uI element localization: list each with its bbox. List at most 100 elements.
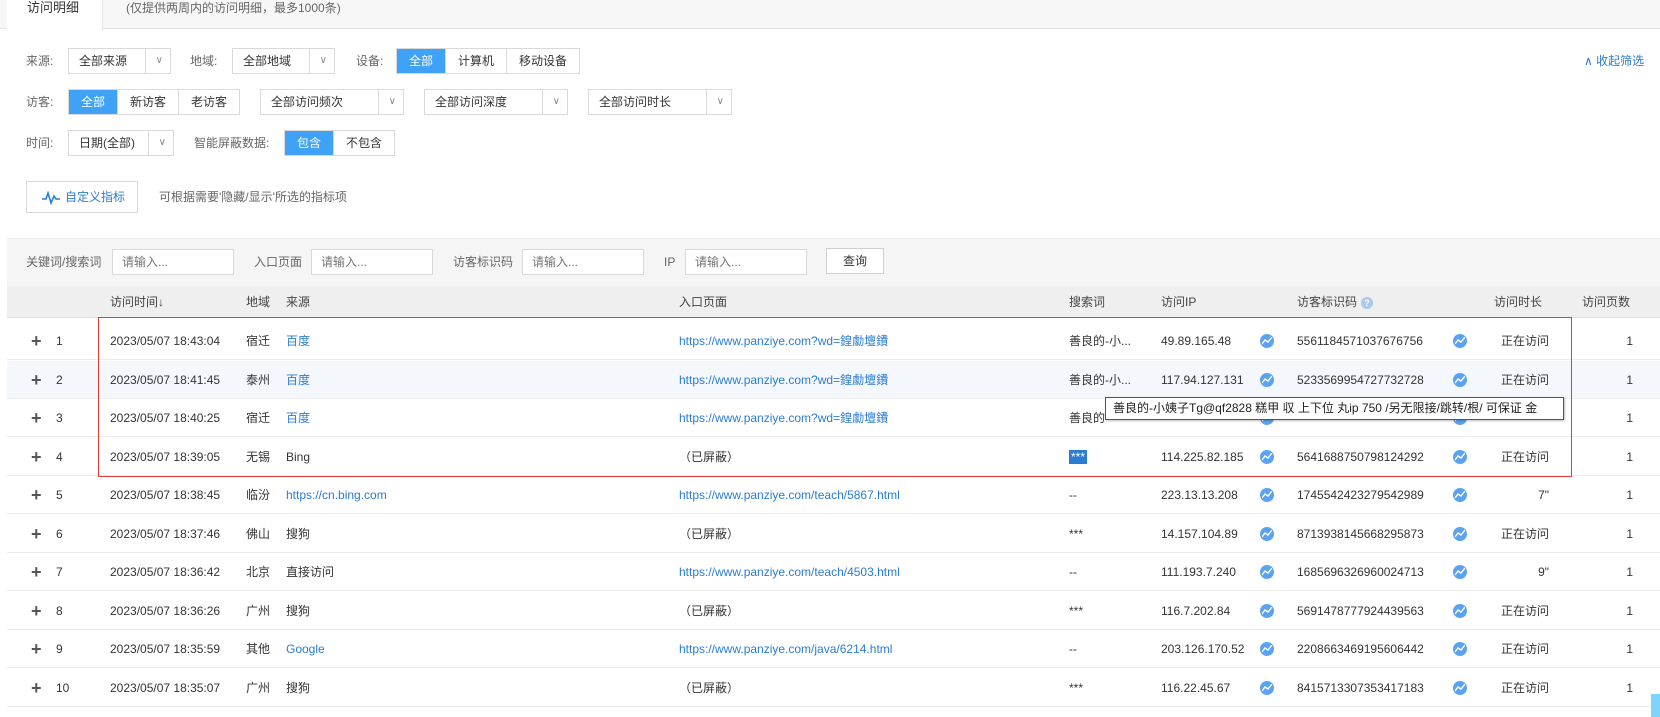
visitor-option-0[interactable]: 全部: [69, 90, 118, 114]
trend-icon[interactable]: [1260, 372, 1274, 387]
table-row[interactable]: +8 2023/05/07 18:36:26 广州 搜狗 （已屏蔽） *** 116.7.2…: [7, 591, 1660, 630]
expand-row-icon[interactable]: +: [31, 476, 42, 514]
table-row[interactable]: +10 2023/05/07 18:35:07 广州 搜狗 （已屏蔽） *** 116.22…: [7, 668, 1660, 707]
table-row[interactable]: +9 2023/05/07 18:35:59 其他 Google https://www…: [7, 630, 1660, 668]
visit-pages: 1: [1626, 449, 1633, 464]
trend-icon[interactable]: [1453, 449, 1467, 464]
frequency-dropdown[interactable]: 全部访问频次 ∨: [260, 89, 404, 115]
custom-metrics-button[interactable]: 自定义指标: [26, 181, 138, 213]
search-keyword[interactable]: ***: [1069, 669, 1083, 707]
query-button[interactable]: 查询: [826, 248, 884, 274]
trend-icon[interactable]: [1260, 603, 1274, 618]
region-dropdown-value: 全部地域: [243, 54, 292, 68]
table-row[interactable]: +2 2023/05/07 18:41:45 泰州 百度 https://www.pan…: [7, 360, 1660, 399]
trend-icon[interactable]: [1453, 565, 1467, 579]
trend-icon[interactable]: [1260, 642, 1274, 656]
entry-page-input[interactable]: [311, 249, 433, 275]
entry-page[interactable]: https://www.panziye.com?wd=鍠勮壇鐨: [679, 399, 888, 437]
search-keyword[interactable]: 善良的-小...: [1069, 361, 1131, 399]
depth-dropdown[interactable]: 全部访问深度 ∨: [424, 89, 568, 115]
source[interactable]: Google: [286, 630, 325, 668]
trend-icon[interactable]: [1453, 680, 1467, 695]
expand-row-icon[interactable]: +: [31, 592, 42, 630]
keyword-input[interactable]: [112, 249, 234, 275]
header-duration: 访问时长: [1494, 295, 1543, 309]
search-keyword[interactable]: 善良的: [1069, 399, 1105, 437]
visitor-option-2[interactable]: 老访客: [178, 90, 239, 114]
source-dropdown[interactable]: 全部来源 ∨: [68, 48, 171, 74]
tab-visit-detail[interactable]: 访问明细: [7, 0, 103, 30]
entry-page[interactable]: https://www.panziye.com?wd=鍠勮壇鐨: [679, 322, 888, 360]
visit-pages: 1: [1626, 334, 1633, 348]
visitor-option-1[interactable]: 新访客: [117, 90, 178, 114]
search-keyword-text: ***: [1069, 603, 1084, 618]
trend-icon[interactable]: [1260, 449, 1274, 464]
collapse-filter-label: 收起筛选: [1596, 54, 1645, 68]
header-time[interactable]: 访问时间↓: [110, 286, 164, 318]
source[interactable]: https://cn.bing.com: [286, 476, 387, 514]
search-keyword[interactable]: --: [1069, 476, 1077, 514]
table-row[interactable]: +5 2023/05/07 18:38:45 临汾 https://cn.bing.c…: [7, 476, 1660, 514]
trend-icon[interactable]: [1260, 488, 1274, 502]
trend-icon[interactable]: [1260, 680, 1274, 695]
search-keyword[interactable]: ***: [1069, 592, 1083, 630]
shield-option-0[interactable]: 包含: [285, 131, 334, 155]
region-dropdown[interactable]: 全部地域 ∨: [232, 48, 335, 74]
expand-row-icon[interactable]: +: [31, 515, 42, 553]
entry-page[interactable]: https://www.panziye.com?wd=鍠勮壇鐨: [679, 361, 888, 399]
expand-row-icon[interactable]: +: [31, 438, 42, 476]
visit-duration: 正在访问: [1500, 603, 1549, 618]
expand-row-icon[interactable]: +: [31, 553, 42, 591]
visitor-id-input[interactable]: [522, 249, 644, 275]
search-keyword-text: 善良的: [1069, 411, 1106, 425]
header-time-label: 访问时间: [110, 295, 159, 309]
time-dropdown[interactable]: 日期(全部) ∨: [68, 130, 174, 156]
trend-icon[interactable]: [1453, 642, 1467, 656]
scrollbar-thumb[interactable]: [1651, 694, 1660, 717]
trend-icon[interactable]: [1453, 488, 1467, 502]
duration-dropdown[interactable]: 全部访问时长 ∨: [588, 89, 732, 115]
search-keyword[interactable]: 善良的-小...: [1069, 322, 1131, 360]
search-keyword[interactable]: ***: [1069, 438, 1088, 476]
chevron-down-icon: ∨: [158, 137, 166, 148]
trend-icon[interactable]: [1453, 334, 1467, 348]
table-row[interactable]: +4 2023/05/07 18:39:05 无锡 Bing （已屏蔽） *** 114.2…: [7, 437, 1660, 476]
region: 广州: [246, 680, 271, 695]
device-option-1[interactable]: 计算机: [445, 49, 506, 73]
device-option-0[interactable]: 全部: [397, 49, 446, 73]
entry-page[interactable]: https://www.panziye.com/teach/5867.html: [679, 476, 900, 514]
expand-row-icon[interactable]: +: [31, 399, 42, 437]
help-icon[interactable]: ?: [1361, 296, 1374, 309]
shield-option-1[interactable]: 不包含: [333, 131, 394, 155]
entry-page[interactable]: https://www.panziye.com/teach/4503.html: [679, 553, 900, 591]
expand-row-icon[interactable]: +: [31, 630, 42, 668]
expand-row-icon[interactable]: +: [31, 322, 42, 360]
collapse-filter-link[interactable]: ∧ 收起筛选: [1584, 51, 1644, 71]
expand-row-icon[interactable]: +: [31, 669, 42, 707]
visit-pages: 1: [1626, 372, 1633, 387]
visit-pages: 1: [1626, 642, 1633, 656]
entry-page[interactable]: https://www.panziye.com/java/6214.html: [679, 630, 892, 668]
trend-icon[interactable]: [1453, 603, 1467, 618]
trend-icon[interactable]: [1260, 565, 1274, 579]
region: 临汾: [246, 488, 271, 502]
table-row[interactable]: +1 2023/05/07 18:43:04 宿迁 百度 https://www.pan…: [7, 322, 1660, 360]
trend-icon[interactable]: [1453, 372, 1467, 387]
device-option-2[interactable]: 移动设备: [506, 49, 579, 73]
shield-button-group: 包含 不包含: [284, 130, 396, 156]
expand-row-icon[interactable]: +: [31, 361, 42, 399]
search-keyword[interactable]: ***: [1069, 515, 1083, 553]
table-row[interactable]: +6 2023/05/07 18:37:46 佛山 搜狗 （已屏蔽） *** 14.157.…: [7, 514, 1660, 553]
search-keyword[interactable]: --: [1069, 630, 1077, 668]
trend-icon[interactable]: [1260, 334, 1274, 348]
source[interactable]: 百度: [286, 322, 310, 360]
region: 广州: [246, 603, 271, 618]
time-dropdown-value: 日期(全部): [79, 136, 135, 150]
table-row[interactable]: +7 2023/05/07 18:36:42 北京 直接访问 https://www.p…: [7, 553, 1660, 591]
source[interactable]: 百度: [286, 399, 310, 437]
source[interactable]: 百度: [286, 361, 310, 399]
trend-icon[interactable]: [1453, 526, 1467, 541]
ip-input[interactable]: [685, 249, 807, 275]
search-keyword[interactable]: --: [1069, 553, 1077, 591]
trend-icon[interactable]: [1260, 526, 1274, 541]
